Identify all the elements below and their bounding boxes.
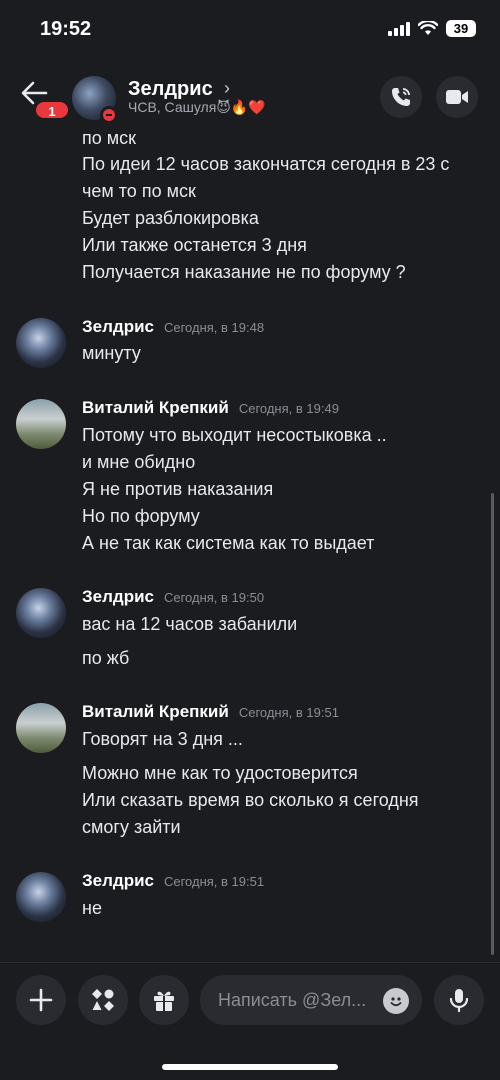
chevron-right-icon[interactable]: › xyxy=(224,78,230,99)
home-indicator[interactable] xyxy=(162,1064,338,1070)
message-author[interactable]: Виталий Крепкий Сегодня, в 19:51 xyxy=(82,702,339,722)
phone-icon xyxy=(392,88,410,106)
message-line: не xyxy=(82,898,102,918)
message-line: чем то по мск xyxy=(82,181,196,201)
header-subtitle: ЧСВ, Сашуля😈🔥❤️ xyxy=(128,99,266,115)
message-line: Говорят на 3 дня ... xyxy=(82,729,243,749)
message-line: Или сказать время во сколько я сегодня xyxy=(82,790,419,810)
message-line: по жб xyxy=(82,648,130,668)
status-icons: 39 xyxy=(388,20,476,37)
user-avatar[interactable] xyxy=(16,872,66,922)
author-name[interactable]: Зелдрис xyxy=(82,871,154,890)
message-line: Будет разблокировка xyxy=(82,208,259,228)
unread-badge: 1 xyxy=(34,100,70,120)
status-time: 19:52 xyxy=(40,18,92,40)
author-name[interactable]: Виталий Крепкий xyxy=(82,398,229,417)
plus-icon xyxy=(29,988,53,1012)
message-line: вас на 12 часов забанили xyxy=(82,614,298,634)
message-line: А не так как система как то выдает xyxy=(82,533,375,553)
gift-button[interactable] xyxy=(139,975,189,1025)
message-timestamp: Сегодня, в 19:48 xyxy=(163,320,265,335)
composer-bar xyxy=(0,962,500,1080)
apps-button[interactable] xyxy=(78,975,128,1025)
message-line: и мне обидно xyxy=(82,452,196,472)
message-line: по мск xyxy=(82,128,137,148)
smiley-icon xyxy=(390,997,402,1007)
message-author[interactable]: Виталий Крепкий Сегодня, в 19:49 xyxy=(82,398,339,418)
message-line: Получается наказание не по форуму ? xyxy=(82,262,406,282)
microphone-icon xyxy=(449,989,469,1013)
message-line: Можно мне как то удостоверится xyxy=(82,763,358,783)
add-button[interactable] xyxy=(16,975,66,1025)
voice-call-button[interactable] xyxy=(380,76,422,118)
header-username[interactable]: Зелдрис xyxy=(128,78,213,101)
message-line: По идеи 12 часов закончатся сегодня в 23… xyxy=(82,154,450,174)
dnd-status-icon xyxy=(100,106,118,124)
apps-icon xyxy=(92,989,114,1011)
user-avatar[interactable] xyxy=(16,318,66,368)
battery-indicator: 39 xyxy=(446,20,476,37)
message-line: минуту xyxy=(82,343,141,363)
voice-message-button[interactable] xyxy=(434,975,484,1025)
user-avatar[interactable] xyxy=(16,399,66,449)
message-line: смогу зайти xyxy=(82,817,181,837)
author-name[interactable]: Виталий Крепкий xyxy=(82,702,229,721)
message-line: Потому что выходит несостыковка .. xyxy=(82,425,387,445)
message-author[interactable]: Зелдрис Сегодня, в 19:51 xyxy=(82,871,264,891)
message-author[interactable]: Зелдрис Сегодня, в 19:50 xyxy=(82,587,264,607)
message-timestamp: Сегодня, в 19:49 xyxy=(238,401,339,416)
message-timestamp: Сегодня, в 19:51 xyxy=(163,874,265,889)
author-name[interactable]: Зелдрис xyxy=(82,317,154,336)
user-avatar[interactable] xyxy=(16,588,66,638)
emoji-button[interactable] xyxy=(383,988,409,1014)
message-line: Или также останется 3 дня xyxy=(82,235,307,255)
status-bar: 19:52 39 xyxy=(0,0,500,64)
chat-header: Зелдрис › ЧСВ, Сашуля😈🔥❤️ xyxy=(0,66,500,130)
message-list[interactable]: по мск По идеи 12 часов закончатся сегод… xyxy=(0,128,500,960)
video-camera-icon xyxy=(446,90,468,104)
wifi-icon xyxy=(418,21,438,35)
message-timestamp: Сегодня, в 19:50 xyxy=(163,590,265,605)
scrollbar[interactable] xyxy=(491,493,494,955)
message-line: Я не против наказания xyxy=(82,479,274,499)
signal-icon xyxy=(388,21,410,36)
message-line: Но по форуму xyxy=(82,506,200,526)
message-timestamp: Сегодня, в 19:51 xyxy=(238,705,339,720)
gift-icon xyxy=(154,991,174,1011)
user-avatar[interactable] xyxy=(16,703,66,753)
message-author[interactable]: Зелдрис Сегодня, в 19:48 xyxy=(82,317,264,337)
video-call-button[interactable] xyxy=(436,76,478,118)
author-name[interactable]: Зелдрис xyxy=(82,587,154,606)
